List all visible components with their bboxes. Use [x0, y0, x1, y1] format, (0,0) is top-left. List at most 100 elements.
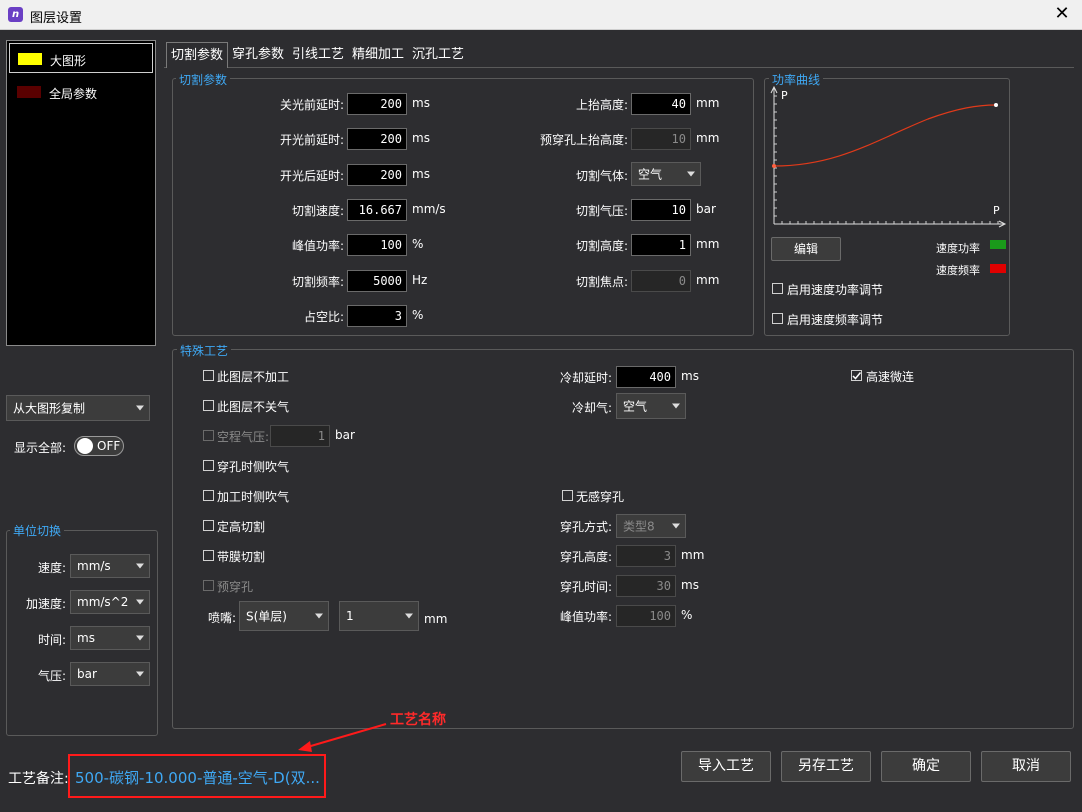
enable-speed-power-checkbox[interactable]	[772, 283, 783, 294]
cut-gas-combo[interactable]: 空气	[631, 162, 701, 186]
chevron-down-icon	[315, 613, 323, 619]
peak-power-field[interactable]: 100	[347, 234, 407, 256]
fixed-height-cut-label: 定高切割	[217, 520, 266, 534]
pierce-time-field[interactable]: 30	[616, 575, 676, 597]
lift-height-field[interactable]: 40	[631, 93, 691, 115]
pierce-peak-power-label: 峰值功率:	[559, 610, 612, 624]
pierce-side-blow-checkbox[interactable]	[203, 460, 214, 471]
tab-fine-process[interactable]: 精细加工	[348, 42, 408, 68]
pierce-mode-label: 穿孔方式:	[559, 520, 612, 534]
save-as-process-button[interactable]: 另存工艺	[781, 751, 871, 782]
no-process-checkbox[interactable]	[203, 370, 214, 381]
cool-delay-field[interactable]: 400	[616, 366, 676, 388]
curve-start-point[interactable]	[772, 164, 776, 168]
axis-ticks	[774, 95, 999, 224]
cut-focus-field[interactable]: 0	[631, 270, 691, 292]
film-cut-checkbox[interactable]	[203, 550, 214, 561]
accel-unit-combo[interactable]: mm/s^2	[70, 590, 150, 614]
open-light-pre-delay-field[interactable]: 200	[347, 128, 407, 150]
unit-label: Hz	[412, 273, 428, 287]
speed-unit-combo[interactable]: mm/s	[70, 554, 150, 578]
toggle-text: OFF	[97, 439, 121, 453]
tab-pierce-params[interactable]: 穿孔参数	[228, 42, 288, 68]
unit-label: ms	[412, 96, 430, 110]
cut-speed-field[interactable]: 16.667	[347, 199, 407, 221]
unit-label: ms	[681, 369, 699, 383]
pre-pierce-checkbox[interactable]	[203, 580, 214, 591]
hs-microjoint-checkbox[interactable]	[851, 370, 862, 381]
cut-frequency-field[interactable]: 5000	[347, 270, 407, 292]
cool-gas-combo[interactable]: 空气	[616, 393, 686, 419]
speed-unit-value: mm/s	[77, 559, 111, 573]
show-all-label: 显示全部:	[14, 441, 67, 455]
curve-end-point[interactable]	[994, 103, 998, 107]
idle-pressure-field[interactable]: 1	[270, 425, 330, 447]
close-light-delay-field[interactable]: 200	[347, 93, 407, 115]
open-light-post-delay-field[interactable]: 200	[347, 164, 407, 186]
layer-item-global-params[interactable]: 全局参数	[9, 77, 153, 107]
special-process-title: 特殊工艺	[177, 342, 232, 359]
time-unit-combo[interactable]: ms	[70, 626, 150, 650]
ok-button[interactable]: 确定	[881, 751, 971, 782]
open-light-post-delay-label: 开光后延时:	[279, 169, 344, 183]
seamless-pierce-checkbox[interactable]	[562, 490, 573, 501]
unit-label: %	[412, 308, 424, 322]
time-unit-label: 时间:	[37, 633, 66, 647]
accel-unit-value: mm/s^2	[77, 595, 129, 609]
tab-cut-params[interactable]: 切割参数	[166, 42, 229, 68]
accel-unit-label: 加速度:	[25, 597, 66, 611]
pre-pierce-lift-height-field[interactable]: 10	[631, 128, 691, 150]
cut-gas-label: 切割气体:	[575, 169, 628, 183]
fixed-height-cut-checkbox[interactable]	[203, 520, 214, 531]
pressure-unit-label: 气压:	[37, 669, 66, 683]
idle-pressure-checkbox[interactable]	[203, 430, 214, 441]
show-all-toggle[interactable]: OFF	[74, 436, 124, 456]
pierce-side-blow-label: 穿孔时侧吹气	[217, 460, 290, 474]
pierce-time-label: 穿孔时间:	[559, 580, 612, 594]
open-light-pre-delay-label: 开光前延时:	[279, 133, 344, 147]
pierce-height-field[interactable]: 3	[616, 545, 676, 567]
title-bar: n 图层设置 ✕	[0, 0, 1082, 30]
unit-label: mm	[424, 612, 448, 626]
enable-speed-freq-checkbox[interactable]	[772, 313, 783, 324]
checkmark-icon	[852, 372, 862, 380]
nozzle-size-combo[interactable]: 1	[339, 601, 419, 631]
tab-countersink-process[interactable]: 沉孔工艺	[408, 42, 468, 68]
app-icon: n	[8, 7, 23, 22]
copy-from-value: 从大图形复制	[13, 401, 86, 416]
import-process-button[interactable]: 导入工艺	[681, 751, 771, 782]
legend-speed-freq-label: 速度频率	[936, 264, 980, 277]
unit-label: mm	[696, 131, 720, 145]
toggle-knob	[77, 438, 93, 454]
remark-value[interactable]: 500-碳钢-10.000-普通-空气-D(双...	[75, 767, 320, 788]
pierce-peak-power-field[interactable]: 100	[616, 605, 676, 627]
layer-item-big-shape[interactable]: 大图形	[9, 43, 153, 73]
lift-height-label: 上抬高度:	[575, 98, 628, 112]
process-side-blow-checkbox[interactable]	[203, 490, 214, 501]
cool-gas-value: 空气	[623, 399, 648, 414]
unit-label: mm	[696, 96, 720, 110]
duty-cycle-field[interactable]: 3	[347, 305, 407, 327]
legend-speed-power-label: 速度功率	[936, 242, 980, 255]
copy-from-combo[interactable]: 从大图形复制	[6, 395, 150, 421]
peak-power-label: 峰值功率:	[291, 239, 344, 253]
cut-gas-value: 空气	[638, 167, 663, 182]
pressure-unit-combo[interactable]: bar	[70, 662, 150, 686]
x-axis-label: P	[993, 204, 1000, 217]
tab-lead-process[interactable]: 引线工艺	[288, 42, 348, 68]
pierce-mode-combo[interactable]: 类型8	[616, 514, 686, 538]
power-curve-chart: P P	[770, 85, 1007, 228]
layer-color-swatch	[17, 86, 41, 98]
no-gas-off-checkbox[interactable]	[203, 400, 214, 411]
idle-pressure-label: 空程气压:	[217, 430, 270, 444]
chevron-down-icon	[136, 671, 144, 677]
cut-height-field[interactable]: 1	[631, 234, 691, 256]
close-icon[interactable]: ✕	[1052, 3, 1072, 25]
cut-gas-pressure-field[interactable]: 10	[631, 199, 691, 221]
speed-unit-label: 速度:	[37, 561, 66, 575]
edit-curve-button[interactable]: 编辑	[771, 237, 841, 261]
nozzle-type-combo[interactable]: S(单层)	[239, 601, 329, 631]
cancel-button[interactable]: 取消	[981, 751, 1071, 782]
cut-params-title: 切割参数	[176, 71, 231, 88]
cut-gas-pressure-label: 切割气压:	[575, 204, 628, 218]
